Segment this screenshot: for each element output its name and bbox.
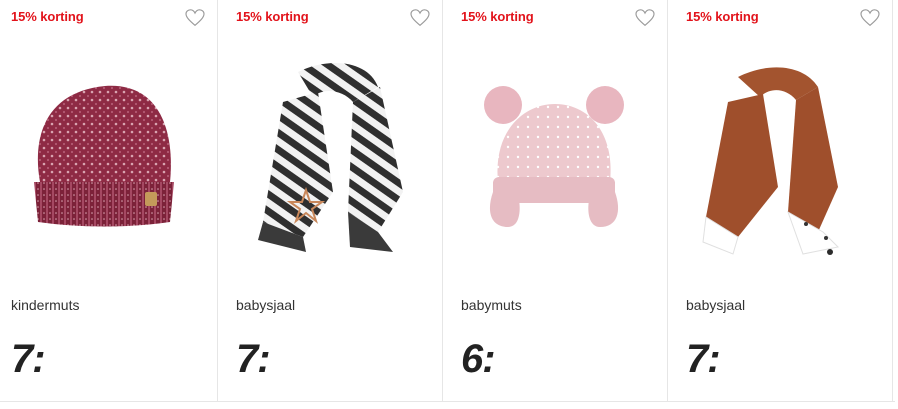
product-price: 7: [686,337,721,381]
product-image-fox-scarf[interactable] [678,42,878,262]
discount-badge: 15% korting [11,9,84,24]
product-price: 6: [461,337,496,381]
product-image-pink-hat[interactable] [453,42,653,262]
heart-icon[interactable] [635,9,655,27]
product-name[interactable]: babymuts [461,297,522,313]
product-card[interactable]: 15% korting babymuts 6: [443,0,668,401]
discount-badge: 15% korting [461,9,534,24]
heart-icon[interactable] [860,9,880,27]
product-name[interactable]: kindermuts [11,297,79,313]
product-image-striped-scarf[interactable] [228,42,428,262]
product-image-knit-hat[interactable] [10,42,210,262]
product-card[interactable]: 15% korting babysjaal 7: [668,0,893,401]
product-card[interactable]: 15% korting babysjaal 7: [218,0,443,401]
product-grid: 15% korting kindermuts 7: 15% korting ba… [0,0,895,402]
product-price: 7: [236,337,271,381]
product-name[interactable]: babysjaal [686,297,745,313]
product-name[interactable]: babysjaal [236,297,295,313]
product-card[interactable]: 15% korting kindermuts 7: [0,0,218,401]
discount-badge: 15% korting [686,9,759,24]
discount-badge: 15% korting [236,9,309,24]
heart-icon[interactable] [410,9,430,27]
product-price: 7: [11,337,46,381]
heart-icon[interactable] [185,9,205,27]
